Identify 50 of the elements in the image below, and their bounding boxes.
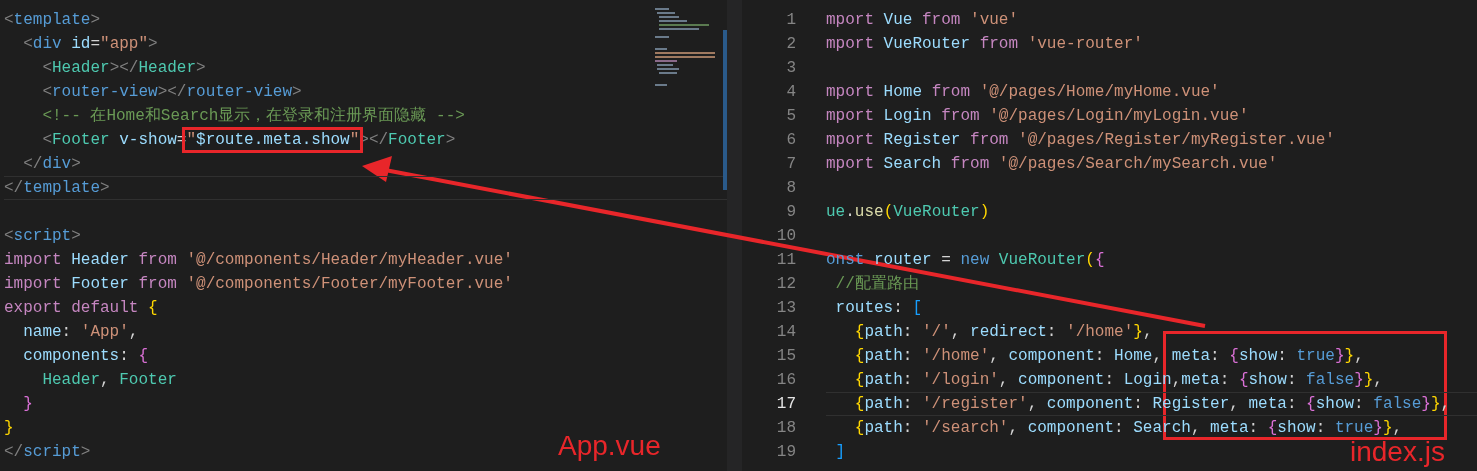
code-line: mport Register from '@/pages/Register/myRegister.vue' — [826, 130, 1335, 151]
code-line: </script> — [4, 442, 91, 463]
line-number: 18 — [776, 418, 796, 439]
annotation-label: index.js — [1350, 436, 1445, 468]
code-line: <template> — [4, 10, 101, 31]
code-line: mport Login from '@/pages/Login/myLogin.vue' — [826, 106, 1249, 127]
code-line: <script> — [4, 226, 81, 247]
code-line: ue.use(VueRouter) — [826, 202, 990, 223]
line-number: 10 — [776, 226, 796, 247]
code-line: routes: [ — [834, 298, 923, 319]
code-line: <div id="app"> — [22, 34, 158, 55]
line-number: 15 — [776, 346, 796, 367]
line-number: 13 — [776, 298, 796, 319]
line-number: 17 — [776, 394, 796, 415]
code-line: import Header from '@/components/Header/myHeader.vue' — [4, 250, 513, 271]
line-number: 12 — [776, 274, 796, 295]
code-line: </div> — [22, 154, 81, 175]
line-number: 7 — [786, 154, 796, 175]
code-line: mport Vue from 'vue' — [826, 10, 1019, 31]
annotation-label: App.vue — [558, 430, 661, 462]
code-line: mport Search from '@/pages/Search/mySearch.vue' — [826, 154, 1278, 175]
code-line: name: 'App', — [22, 322, 139, 343]
code-line: {path: '/home', component: Home, meta: {show: true}}, — [853, 346, 1364, 367]
line-number: 5 — [786, 106, 796, 127]
code-line: components: { — [22, 346, 149, 367]
line-number: 16 — [776, 370, 796, 391]
line-number: 1 — [786, 10, 796, 31]
line-number: 14 — [776, 322, 796, 343]
line-number: 3 — [786, 58, 796, 79]
code-line: } — [22, 394, 33, 415]
line-number: 19 — [776, 442, 796, 463]
code-line: export default { — [4, 298, 158, 319]
code-line: {path: '/', redirect: '/home'}, — [853, 322, 1153, 343]
line-number: 8 — [786, 178, 796, 199]
code-line: } — [4, 418, 14, 439]
line-number: 9 — [786, 202, 796, 223]
code-line: mport Home from '@/pages/Home/myHome.vue' — [826, 82, 1220, 103]
code-line: ] — [834, 442, 846, 463]
line-number: 6 — [786, 130, 796, 151]
line-number: 2 — [786, 34, 796, 55]
code-line: Header, Footer — [41, 370, 177, 391]
code-line: mport VueRouter from 'vue-router' — [826, 34, 1143, 55]
line-number: 11 — [776, 250, 796, 271]
line-number: 4 — [786, 82, 796, 103]
code-line: import Footer from '@/components/Footer/myFooter.vue' — [4, 274, 513, 295]
code-line: //配置路由 — [834, 274, 919, 295]
code-line: </template> — [4, 178, 110, 199]
code-line: <router-view></router-view> — [41, 82, 302, 103]
code-line: <!-- 在Home和Search显示，在登录和注册界面隐藏 --> — [41, 105, 465, 127]
code-line: <Header></Header> — [41, 58, 206, 79]
